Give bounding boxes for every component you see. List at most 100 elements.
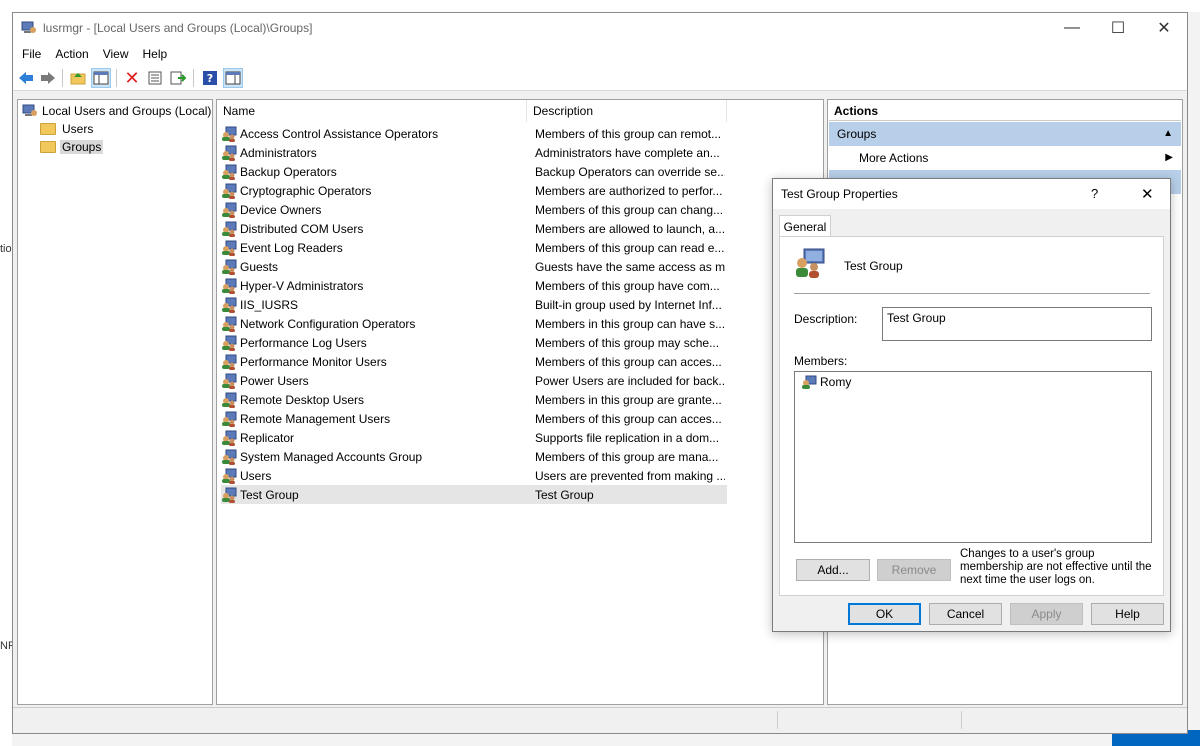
- group-icon: [222, 278, 237, 294]
- column-header-description[interactable]: Description: [527, 100, 727, 122]
- table-row[interactable]: Replicator Supports file replication in a…: [221, 428, 727, 447]
- members-label: Members:: [794, 354, 848, 368]
- group-name-cell: Backup Operators: [240, 164, 337, 179]
- table-row[interactable]: Remote Management Users Members of this g…: [221, 409, 727, 428]
- group-name-cell: Network Configuration Operators: [240, 316, 416, 331]
- group-name-cell: Distributed COM Users: [240, 221, 364, 236]
- group-icon: [222, 316, 237, 332]
- group-icon: [222, 259, 237, 275]
- group-icon: [222, 297, 237, 313]
- minimize-button[interactable]: —: [1049, 13, 1095, 43]
- group-icon: [796, 248, 825, 278]
- dialog-close-button[interactable]: ✕: [1141, 185, 1154, 203]
- cancel-button[interactable]: Cancel: [929, 603, 1002, 625]
- more-actions-item[interactable]: More Actions ▶: [829, 147, 1181, 169]
- dialog-help-button[interactable]: ?: [1091, 186, 1098, 201]
- properties-icon[interactable]: [145, 68, 165, 88]
- show-hide-tree-icon[interactable]: [91, 68, 111, 88]
- group-name-cell: Remote Management Users: [240, 411, 391, 426]
- table-row[interactable]: IIS_IUSRS Built-in group used by Internet…: [221, 295, 727, 314]
- group-name-cell: Device Owners: [240, 202, 322, 217]
- back-arrow-icon[interactable]: [16, 68, 36, 88]
- export-list-icon[interactable]: [168, 68, 188, 88]
- group-description-cell: Members of this group are mana...: [535, 449, 719, 464]
- member-item[interactable]: Romy: [801, 375, 851, 389]
- group-icon: [222, 335, 237, 351]
- menu-help[interactable]: Help: [136, 47, 175, 61]
- table-row[interactable]: Access Control Assistance Operators Membe…: [221, 124, 727, 143]
- table-row[interactable]: Test Group Test Group: [221, 485, 727, 504]
- group-description-cell: Members of this group can chang...: [535, 202, 724, 217]
- table-row[interactable]: System Managed Accounts Group Members of …: [221, 447, 727, 466]
- tree-item-users[interactable]: Users: [40, 120, 95, 138]
- apply-button[interactable]: Apply: [1010, 603, 1083, 625]
- group-name-cell: Access Control Assistance Operators: [240, 126, 439, 141]
- more-actions-label: More Actions: [859, 151, 929, 165]
- computer-management-icon: [21, 21, 36, 33]
- groups-list-pane: Name Description Access Control Assistan…: [216, 99, 824, 705]
- add-button[interactable]: Add...: [796, 559, 870, 581]
- local-users-groups-icon: [22, 104, 37, 116]
- column-header-name[interactable]: Name: [217, 100, 527, 122]
- table-row[interactable]: Guests Guests have the same access as m..…: [221, 257, 727, 276]
- tree-root[interactable]: Local Users and Groups (Local): [22, 102, 211, 120]
- group-icon: [222, 449, 237, 465]
- description-value: Test Group: [887, 311, 946, 325]
- members-list[interactable]: Romy: [794, 371, 1152, 543]
- up-folder-icon[interactable]: [68, 68, 88, 88]
- tree-item-groups[interactable]: Groups: [40, 138, 104, 156]
- group-icon: [222, 145, 237, 161]
- table-row[interactable]: Distributed COM Users Members are allowed…: [221, 219, 727, 238]
- group-icon: [222, 468, 237, 484]
- close-button[interactable]: ✕: [1141, 13, 1187, 43]
- svg-text:?: ?: [207, 72, 213, 85]
- tree-item-label: Groups: [60, 140, 104, 154]
- table-row[interactable]: Cryptographic Operators Members are autho…: [221, 181, 727, 200]
- group-name-cell: IIS_IUSRS: [240, 297, 299, 312]
- group-icon: [222, 392, 237, 408]
- ok-button[interactable]: OK: [848, 603, 921, 625]
- group-description-cell: Members of this group can remot...: [535, 126, 722, 141]
- maximize-button[interactable]: ☐: [1095, 13, 1141, 43]
- help-button[interactable]: Help: [1091, 603, 1164, 625]
- group-icon: [222, 164, 237, 180]
- group-name-cell: Users: [240, 468, 272, 483]
- title-bar: lusrmgr - [Local Users and Groups (Local…: [13, 13, 1187, 43]
- help-icon[interactable]: ?: [200, 68, 220, 88]
- group-description-cell: Test Group: [535, 487, 594, 502]
- table-row[interactable]: Performance Monitor Users Members of this…: [221, 352, 727, 371]
- dialog-title: Test Group Properties: [781, 187, 898, 201]
- table-row[interactable]: Hyper-V Administrators Members of this gr…: [221, 276, 727, 295]
- delete-icon[interactable]: ✕: [122, 68, 142, 88]
- table-row[interactable]: Device Owners Members of this group can c…: [221, 200, 727, 219]
- forward-arrow-icon[interactable]: [38, 68, 58, 88]
- tab-general[interactable]: General: [779, 215, 831, 237]
- table-row[interactable]: Users Users are prevented from making ...: [221, 466, 727, 485]
- menu-action[interactable]: Action: [48, 47, 95, 61]
- divider: [794, 293, 1150, 294]
- table-row[interactable]: Remote Desktop Users Members in this grou…: [221, 390, 727, 409]
- table-row[interactable]: Event Log Readers Members of this group c…: [221, 238, 727, 257]
- remove-button[interactable]: Remove: [877, 559, 951, 581]
- group-description-cell: Members of this group can read e...: [535, 240, 725, 255]
- group-icon: [222, 430, 237, 446]
- group-description-cell: Power Users are included for back...: [535, 373, 725, 388]
- table-row[interactable]: Network Configuration Operators Members i…: [221, 314, 727, 333]
- table-row[interactable]: Backup Operators Backup Operators can ove…: [221, 162, 727, 181]
- group-name-cell: Replicator: [240, 430, 295, 445]
- table-row[interactable]: Administrators Administrators have comple…: [221, 143, 727, 162]
- menu-view[interactable]: View: [96, 47, 136, 61]
- menu-file[interactable]: File: [13, 47, 48, 61]
- group-description-cell: Members in this group are grante...: [535, 392, 722, 407]
- toolbar: ✕ ?: [13, 65, 1187, 91]
- table-row[interactable]: Power Users Power Users are included for …: [221, 371, 727, 390]
- actions-section-groups[interactable]: Groups ▲: [829, 122, 1181, 146]
- group-name-cell: Administrators: [240, 145, 317, 160]
- show-hide-action-pane-icon[interactable]: [223, 68, 243, 88]
- description-field[interactable]: Test Group: [882, 307, 1152, 341]
- group-description-cell: Members are allowed to launch, a...: [535, 221, 725, 236]
- desktop-background-left: [0, 0, 12, 746]
- actions-header: Actions: [829, 101, 1181, 121]
- table-row[interactable]: Performance Log Users Members of this gro…: [221, 333, 727, 352]
- tree-item-label: Users: [62, 122, 94, 136]
